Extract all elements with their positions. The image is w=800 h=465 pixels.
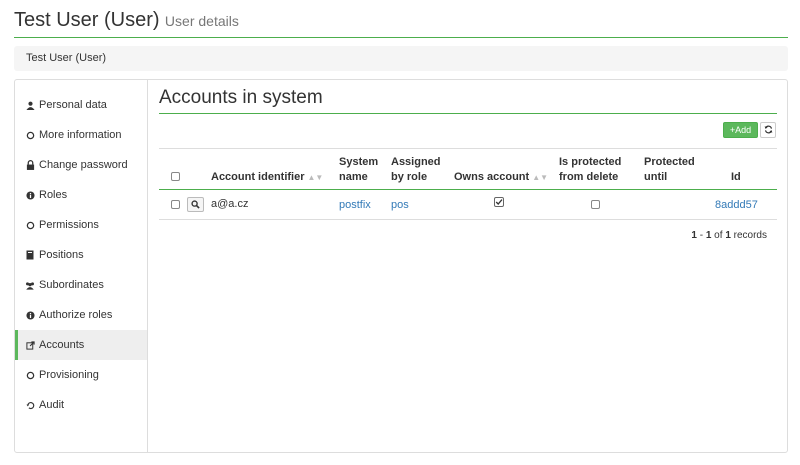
account-identifier-cell: a@a.cz [211, 198, 249, 210]
table-row: a@a.cz postfix pos 8addd57 [159, 190, 777, 220]
row-select-checkbox[interactable] [171, 200, 180, 209]
user-icon [25, 100, 35, 110]
sidebar-item-change-password[interactable]: Change password [15, 150, 147, 180]
sort-icon: ▲▼ [307, 173, 324, 182]
sort-icon: ▲▼ [532, 173, 549, 182]
accounts-section: Accounts in system +Add Account identifi… [159, 80, 779, 452]
add-button-label: Add [735, 125, 752, 135]
sidebar-item-more-information[interactable]: More information [15, 120, 147, 150]
assigned-role-link[interactable]: pos [391, 198, 409, 212]
column-label: System [339, 156, 379, 168]
accounts-table: Account identifier ▲▼ System name Assigne… [159, 148, 777, 220]
page-header: Test User (User) User details [14, 8, 788, 38]
is-protected-checkbox [591, 200, 600, 209]
breadcrumb-item[interactable]: Test User (User) [26, 52, 106, 64]
column-header-is-protected: Is protected from delete [559, 155, 621, 185]
sidebar-item-subordinates[interactable]: Subordinates [15, 270, 147, 300]
sidebar-item-label: Personal data [39, 99, 107, 111]
sidebar-item-authorize-roles[interactable]: Authorize roles [15, 300, 147, 330]
lock-icon [25, 160, 35, 170]
section-title: Accounts in system [159, 86, 777, 114]
sidebar-item-label: More information [39, 129, 122, 141]
column-label: from delete [559, 171, 619, 183]
info-icon [25, 190, 35, 200]
column-label: Is protected [559, 156, 622, 168]
book-icon [25, 250, 35, 260]
breadcrumb: Test User (User) [14, 46, 788, 71]
column-label: Protected [644, 156, 695, 168]
column-header-owns-account[interactable]: Owns account ▲▼ [454, 170, 548, 185]
sidebar-item-roles[interactable]: Roles [15, 180, 147, 210]
column-header-system-name: System name [339, 155, 378, 185]
circle-icon [25, 370, 35, 380]
sidebar: Personal data More information Change pa… [15, 80, 148, 452]
sidebar-item-label: Provisioning [39, 369, 99, 381]
external-link-icon [25, 340, 35, 350]
sidebar-item-permissions[interactable]: Permissions [15, 210, 147, 240]
refresh-icon [764, 123, 773, 137]
history-icon [25, 400, 35, 410]
column-header-protected-until: Protected until [644, 155, 695, 185]
sidebar-item-positions[interactable]: Positions [15, 240, 147, 270]
sidebar-item-provisioning[interactable]: Provisioning [15, 360, 147, 390]
page-subtitle: User details [164, 13, 239, 29]
sidebar-item-label: Change password [39, 159, 128, 171]
add-button[interactable]: +Add [723, 122, 758, 138]
column-label: Owns account [454, 171, 530, 183]
sidebar-item-personal-data[interactable]: Personal data [15, 90, 147, 120]
column-header-assigned-by-role: Assigned by role [391, 155, 441, 185]
main-panel: Personal data More information Change pa… [14, 79, 788, 453]
sidebar-item-label: Subordinates [39, 279, 104, 291]
sidebar-item-label: Audit [39, 399, 65, 411]
column-label: Assigned [391, 156, 441, 168]
page-title: Test User (User) [14, 9, 160, 31]
system-name-link[interactable]: postfix [339, 198, 371, 212]
sidebar-item-label: Accounts [39, 339, 85, 351]
info-icon [25, 310, 35, 320]
circle-icon [25, 220, 35, 230]
sidebar-item-label: Authorize roles [39, 309, 113, 321]
column-label: until [644, 171, 668, 183]
records-label: records [730, 230, 767, 241]
pagination-summary: 1 - 1 of 1 records [691, 230, 767, 241]
column-header-id: Id [731, 171, 741, 183]
select-all-checkbox[interactable] [171, 172, 180, 181]
records-separator: - [696, 230, 706, 241]
sidebar-item-audit[interactable]: Audit [15, 390, 147, 420]
sidebar-item-label: Positions [39, 249, 84, 261]
account-id-link[interactable]: 8addd57 [715, 198, 758, 212]
owns-account-checkbox [494, 197, 504, 211]
detail-button[interactable] [187, 197, 204, 212]
circle-icon [25, 130, 35, 140]
column-label: by role [391, 171, 428, 183]
sidebar-item-accounts[interactable]: Accounts [15, 330, 147, 360]
column-label: Account identifier [211, 171, 305, 183]
table-header: Account identifier ▲▼ System name Assigne… [159, 148, 777, 190]
search-icon [191, 198, 200, 212]
sidebar-item-label: Permissions [39, 219, 99, 231]
refresh-button[interactable] [760, 122, 776, 138]
column-header-account-identifier[interactable]: Account identifier ▲▼ [211, 170, 323, 185]
records-of: of [711, 230, 726, 241]
column-label: name [339, 171, 368, 183]
users-icon [25, 280, 35, 290]
sidebar-item-label: Roles [39, 189, 68, 201]
